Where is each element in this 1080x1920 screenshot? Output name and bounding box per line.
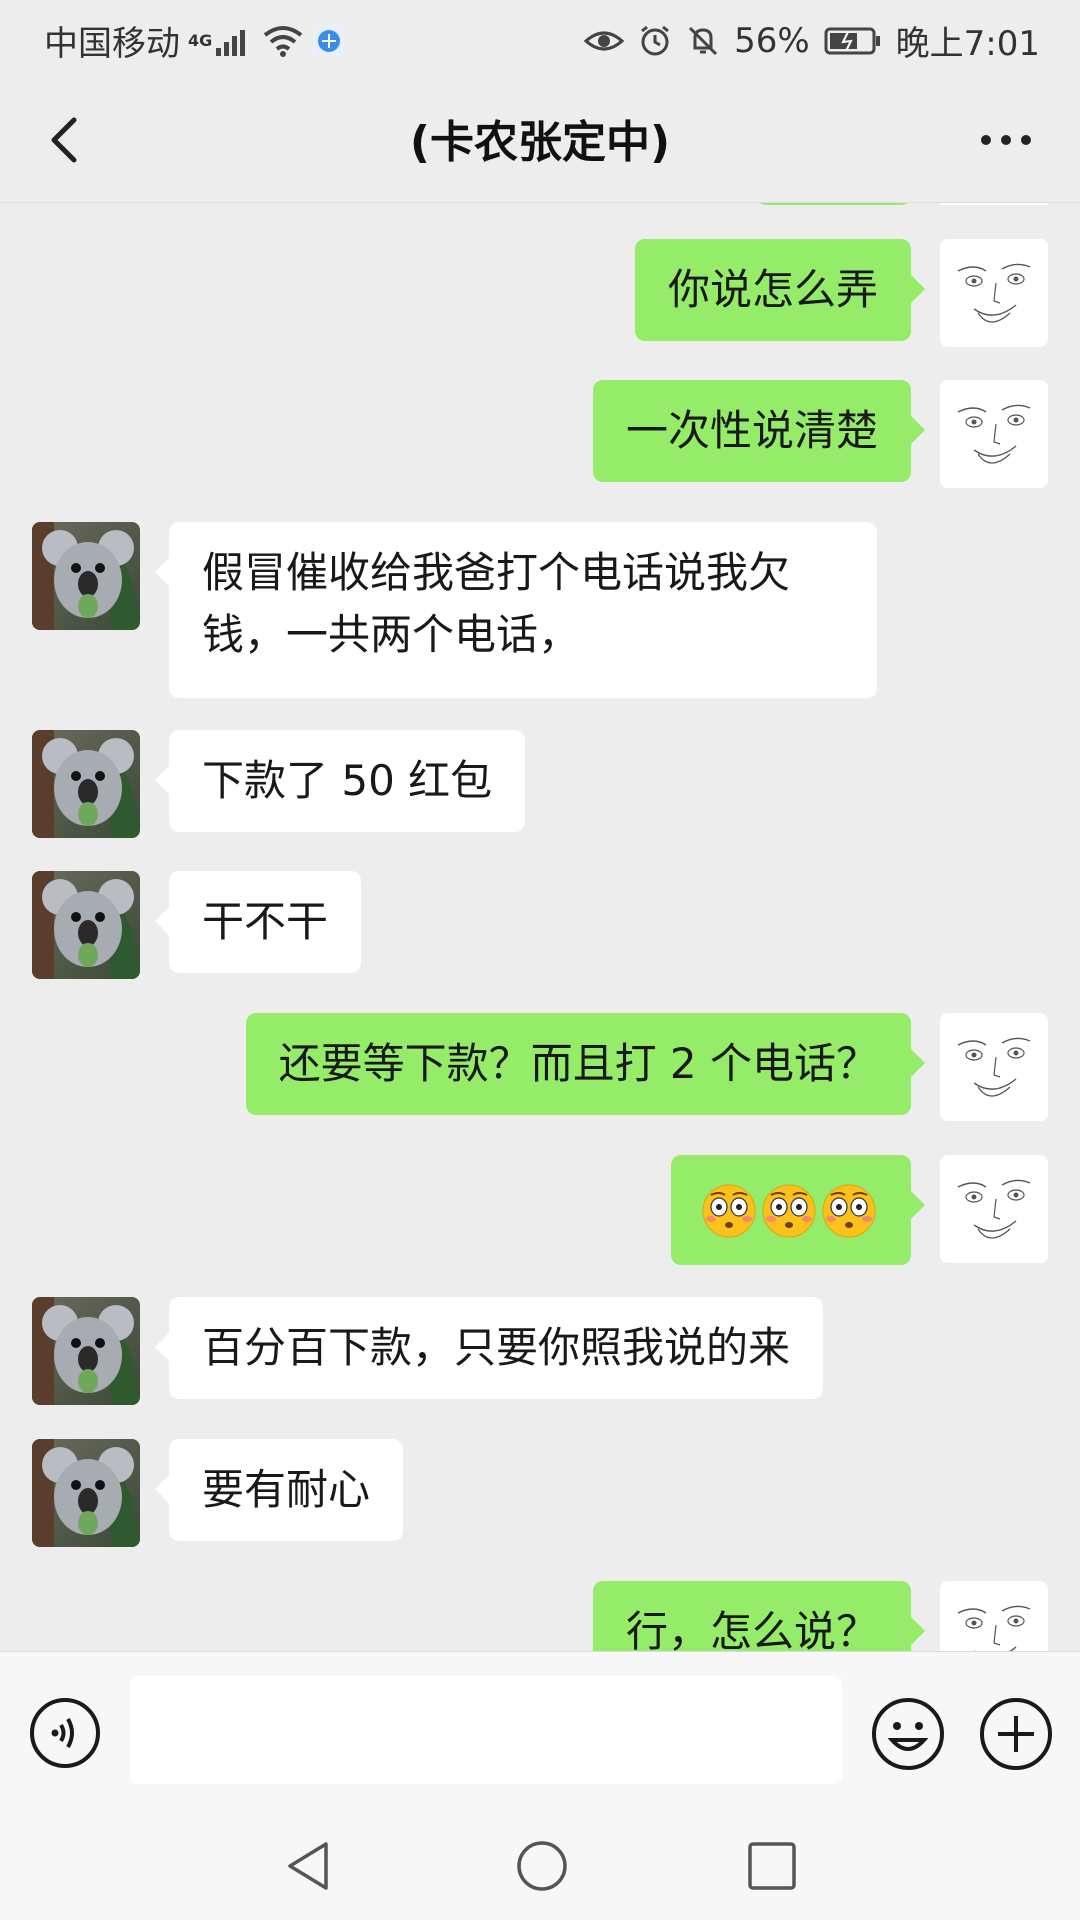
status-bar: 中国移动 4G 56% 晚上7:01 <box>0 0 1080 76</box>
message-text: 下款了 50 红包 <box>202 756 493 805</box>
message-row: 干不干 <box>0 871 1080 981</box>
emoji-button[interactable] <box>870 1696 946 1772</box>
my-avatar[interactable] <box>940 1013 1048 1121</box>
clock: 晚上7:01 <box>895 24 1040 64</box>
message-row: 要有耐心 <box>0 1439 1080 1549</box>
battery-icon <box>824 26 882 56</box>
wifi-icon <box>262 25 304 57</box>
more-dots-icon <box>981 135 1031 145</box>
my-avatar[interactable] <box>940 380 1048 488</box>
nav-home-button[interactable] <box>514 1838 570 1898</box>
message-bubble[interactable] <box>671 1155 925 1265</box>
message-row <box>0 1155 1080 1265</box>
contact-avatar[interactable] <box>32 730 140 838</box>
message-list[interactable]: 你说怎么弄 一次性说清楚 假冒催收给我爸打个电话说我欠钱，一共两个电话， 下款了… <box>0 203 1080 1651</box>
network-type: 4G <box>188 31 213 50</box>
my-avatar[interactable] <box>940 239 1048 347</box>
message-bubble[interactable]: 还要等下款？而且打 2 个电话？ <box>245 1013 926 1115</box>
input-bar <box>0 1651 1080 1811</box>
message-bubble[interactable]: 百分百下款，只要你照我说的来 <box>154 1297 824 1399</box>
flushed-face-emoji <box>821 1183 877 1239</box>
partial-message-row <box>0 203 1080 205</box>
flushed-face-emoji <box>761 1183 817 1239</box>
message-input[interactable] <box>130 1676 842 1784</box>
contact-avatar[interactable] <box>32 871 140 979</box>
message-text: 假冒催收给我爸打个电话说我欠钱，一共两个电话， <box>202 548 791 659</box>
signal-icon: 4G <box>188 26 254 56</box>
message-text: 要有耐心 <box>202 1465 371 1514</box>
message-row: 假冒催收给我爸打个电话说我欠钱，一共两个电话， <box>0 522 1080 698</box>
message-bubble[interactable]: 干不干 <box>154 871 362 973</box>
smiley-icon <box>872 1698 944 1770</box>
system-nav-bar <box>0 1810 1080 1920</box>
partial-avatar <box>940 203 1048 205</box>
nav-back-button[interactable] <box>282 1838 338 1898</box>
message-text: 你说怎么弄 <box>667 265 878 314</box>
message-row: 一次性说清楚 <box>0 380 1080 490</box>
message-bubble[interactable]: 假冒催收给我爸打个电话说我欠钱，一共两个电话， <box>155 522 877 698</box>
triangle-back-icon <box>288 1842 328 1890</box>
eye-comfort-icon <box>584 27 625 55</box>
my-avatar[interactable] <box>940 1155 1048 1263</box>
message-text: 行，怎么说？ <box>625 1607 878 1651</box>
message-text: 百分百下款，只要你照我说的来 <box>202 1323 791 1372</box>
more-functions-button[interactable] <box>978 1696 1054 1772</box>
page-title: (卡农张定中) <box>409 117 671 168</box>
circle-home-icon <box>517 1841 567 1891</box>
message-row: 下款了 50 红包 <box>0 730 1080 840</box>
contact-avatar[interactable] <box>32 522 140 630</box>
message-text: 还要等下款？而且打 2 个电话？ <box>278 1039 878 1088</box>
message-bubble[interactable]: 要有耐心 <box>154 1439 404 1541</box>
partial-bubble <box>756 203 911 205</box>
voice-icon <box>30 1698 100 1768</box>
alarm-icon <box>638 24 672 58</box>
message-bubble[interactable]: 下款了 50 红包 <box>154 730 526 832</box>
message-row: 百分百下款，只要你照我说的来 <box>0 1297 1080 1407</box>
nav-recents-button[interactable] <box>744 1838 800 1898</box>
contact-avatar[interactable] <box>32 1439 140 1547</box>
square-recents-icon <box>748 1842 796 1890</box>
app-notification-icon <box>312 24 346 58</box>
message-bubble[interactable]: 一次性说清楚 <box>592 380 926 482</box>
message-row: 还要等下款？而且打 2 个电话？ <box>0 1013 1080 1123</box>
flushed-face-emoji <box>701 1183 757 1239</box>
plus-icon <box>980 1698 1052 1770</box>
carrier-label: 中国移动 <box>44 24 180 64</box>
message-text: 一次性说清楚 <box>625 406 878 455</box>
mute-icon <box>686 24 720 58</box>
contact-avatar[interactable] <box>32 1297 140 1405</box>
message-bubble[interactable]: 行，怎么说？ <box>592 1581 926 1651</box>
message-row: 行，怎么说？ <box>0 1581 1080 1651</box>
voice-input-button[interactable] <box>28 1696 102 1770</box>
message-row: 你说怎么弄 <box>0 239 1080 349</box>
chat-header: (卡农张定中) <box>0 76 1080 203</box>
my-avatar[interactable] <box>940 1581 1048 1651</box>
more-button[interactable] <box>966 104 1046 174</box>
battery-percent: 56% <box>734 20 810 61</box>
message-text: 干不干 <box>202 897 329 946</box>
message-bubble[interactable]: 你说怎么弄 <box>634 239 926 341</box>
